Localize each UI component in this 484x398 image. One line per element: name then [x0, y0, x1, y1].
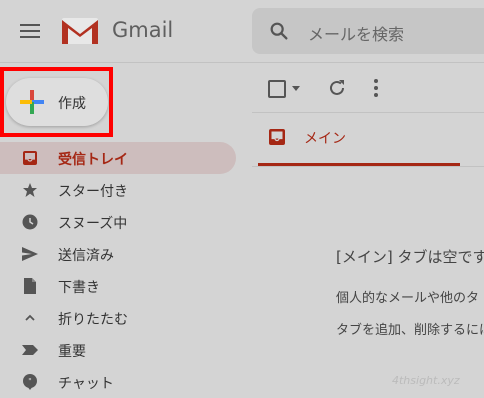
- search-icon[interactable]: [268, 20, 290, 42]
- important-icon: [22, 345, 38, 355]
- sidebar-item-drafts[interactable]: 下書き: [0, 270, 236, 302]
- search-bar[interactable]: メールを検索: [252, 8, 484, 54]
- sidebar-item-label: スヌーズ中: [58, 216, 128, 232]
- highlight-annotation: [0, 67, 113, 137]
- draft-icon: [24, 278, 36, 294]
- empty-state-text: 個人的なメールや他のタ: [336, 291, 480, 306]
- sidebar-item-label: スター付き: [58, 184, 128, 200]
- tab-divider: [252, 166, 484, 167]
- header-divider: [0, 62, 484, 63]
- sidebar-item-label: 下書き: [58, 280, 100, 296]
- sidebar-item-inbox[interactable]: 受信トレイ: [0, 142, 236, 174]
- tab-label: メイン: [304, 131, 346, 147]
- sidebar-item-label: 受信トレイ: [58, 152, 128, 168]
- sidebar-item-label: 折りたたむ: [58, 312, 128, 328]
- empty-state-text: タブを追加、削除するには: [336, 323, 484, 338]
- dot: [374, 79, 378, 83]
- select-dropdown-icon[interactable]: [292, 86, 300, 91]
- dot: [374, 93, 378, 97]
- inbox-tab-icon: [269, 129, 285, 145]
- sidebar-item-starred[interactable]: スター付き: [0, 174, 236, 206]
- sidebar-item-important[interactable]: 重要: [0, 334, 236, 366]
- select-all-checkbox[interactable]: [268, 80, 286, 98]
- sidebar-item-label: 重要: [58, 344, 86, 360]
- menu-bar: [20, 24, 40, 26]
- inbox-icon: [23, 151, 37, 165]
- chevron-up-icon: [25, 314, 35, 321]
- sidebar-item-chat[interactable]: " チャット: [0, 366, 236, 398]
- tab-main[interactable]: メイン: [258, 114, 460, 166]
- app-title: Gmail: [112, 18, 174, 42]
- menu-bar: [20, 36, 40, 38]
- svg-text:": ": [28, 377, 32, 386]
- sidebar-item-label: 送信済み: [58, 248, 114, 264]
- sidebar-item-snoozed[interactable]: スヌーズ中: [0, 206, 236, 238]
- watermark: 4thsight.xyz: [392, 374, 460, 387]
- sidebar-item-sent[interactable]: 送信済み: [0, 238, 236, 270]
- gmail-logo-icon[interactable]: [60, 16, 100, 46]
- toolbar-divider: [252, 112, 484, 113]
- dot: [374, 86, 378, 90]
- empty-state-title: [メイン] タブは空です: [336, 248, 484, 266]
- refresh-icon[interactable]: [328, 79, 346, 97]
- chat-icon: ": [23, 374, 37, 390]
- clock-icon: [22, 214, 38, 230]
- search-input[interactable]: メールを検索: [308, 21, 404, 45]
- sidebar-item-label: チャット: [58, 376, 114, 392]
- sidebar-item-collapse[interactable]: 折りたたむ: [0, 302, 236, 334]
- send-icon: [22, 247, 38, 261]
- main-menu-button[interactable]: [20, 24, 40, 38]
- star-icon: [23, 183, 37, 197]
- menu-bar: [20, 30, 40, 32]
- more-options-icon[interactable]: [374, 79, 378, 97]
